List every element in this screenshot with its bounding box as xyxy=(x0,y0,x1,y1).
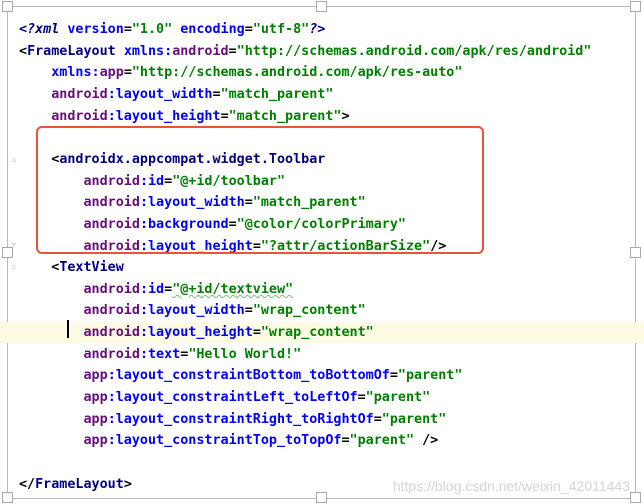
code-token: = xyxy=(228,43,237,59)
watermark-text: https://blog.csdn.net/weixin_42011443 xyxy=(392,478,630,494)
code-token: > xyxy=(123,476,132,492)
code-token: :text xyxy=(139,346,181,362)
code-token: :layout_constraintBottom_toBottomOf xyxy=(107,368,390,384)
code-token: = xyxy=(244,303,253,319)
code-token: = xyxy=(164,281,173,297)
code-line[interactable]: android:layout_height="match_parent"> xyxy=(0,106,644,127)
code-token: /> xyxy=(414,433,439,449)
code-token: "parent" xyxy=(397,368,463,384)
code-token: android xyxy=(83,281,140,297)
code-line[interactable]: xmlns:app="http://schemas.android.com/ap… xyxy=(0,62,644,83)
code-line[interactable]: android:layout_height="wrap_content" xyxy=(0,322,644,344)
code-token: FrameLayout xyxy=(27,43,116,59)
code-token: android xyxy=(83,303,140,319)
code-line[interactable]: <?xml version="1.0" encoding="utf-8"?> xyxy=(0,19,644,40)
code-line[interactable]: android:id="@+id/textview" xyxy=(0,279,644,300)
code-token: android xyxy=(51,108,108,124)
code-token: = xyxy=(212,86,221,102)
code-line[interactable]: app:layout_constraintBottom_toBottomOf="… xyxy=(0,365,644,386)
code-token: </ xyxy=(19,476,36,492)
code-token: :id xyxy=(139,281,165,297)
code-token: android xyxy=(83,325,140,341)
code-line[interactable]: android:layout_width="match_parent" xyxy=(0,84,644,105)
code-token: "http://schemas.android.com/apk/res/andr… xyxy=(236,43,592,59)
code-token: = xyxy=(220,108,229,124)
code-token: encoding xyxy=(180,22,245,37)
code-token: xmlns: xyxy=(51,65,100,81)
code-line[interactable]: <FrameLayout xmlns:android="http://schem… xyxy=(0,41,644,62)
code-token: "1.0" xyxy=(131,22,173,37)
code-token: "wrap_content" xyxy=(260,325,374,341)
code-line[interactable]: android:layout_width="wrap_content" xyxy=(0,300,644,321)
code-token: "Hello World!" xyxy=(188,346,302,362)
code-token: "http://schemas.android.com/apk/res-auto… xyxy=(131,65,463,81)
highlight-annotation-box xyxy=(36,126,484,254)
code-token: TextView xyxy=(59,260,124,276)
code-line[interactable]: android:text="Hello World!" xyxy=(0,344,644,365)
code-token: ?> xyxy=(309,22,326,37)
resize-handle-top-left[interactable] xyxy=(2,1,13,12)
code-token: < xyxy=(19,43,28,59)
code-line[interactable]: app:layout_constraintTop_toTopOf="parent… xyxy=(0,430,644,451)
code-token: :layout_height xyxy=(107,108,221,124)
code-token: xml xyxy=(35,22,60,37)
code-token: "wrap_content" xyxy=(252,303,366,319)
code-token: = xyxy=(244,22,253,37)
code-token: :layout_constraintTop_toTopOf xyxy=(107,433,342,449)
code-token: app xyxy=(83,433,108,449)
code-token: :layout_height xyxy=(139,325,253,341)
code-token: FrameLayout xyxy=(35,476,124,492)
code-token: android xyxy=(172,43,229,59)
code-token: = xyxy=(123,65,132,81)
code-token: = xyxy=(357,390,366,406)
code-token: app xyxy=(83,411,108,427)
code-token: "parent" xyxy=(349,433,415,449)
code-token: android xyxy=(51,86,108,102)
code-token: = xyxy=(373,411,382,427)
code-token: "parent" xyxy=(381,411,447,427)
code-line[interactable] xyxy=(0,452,644,473)
code-token: "@+id/textview" xyxy=(172,281,294,297)
code-token: version xyxy=(67,22,124,37)
code-token: xmlns: xyxy=(123,43,173,59)
code-token: = xyxy=(341,433,350,449)
code-token: "match_parent" xyxy=(220,86,334,102)
code-line[interactable]: <TextView xyxy=(0,257,644,278)
code-token: > xyxy=(341,108,350,124)
code-token: android xyxy=(83,346,140,362)
code-token: = xyxy=(252,325,261,341)
code-token: "utf-8" xyxy=(252,22,310,37)
code-token: = xyxy=(123,22,132,37)
code-token: :layout_width xyxy=(107,86,213,102)
code-token: :layout_constraintRight_toRightOf xyxy=(107,411,374,427)
code-token: <? xyxy=(19,22,36,37)
code-token: "match_parent" xyxy=(228,108,342,124)
code-line[interactable]: app:layout_constraintRight_toRightOf="pa… xyxy=(0,409,644,430)
code-token: app xyxy=(83,390,108,406)
code-token: :layout_width xyxy=(139,303,245,319)
code-token: :layout_constraintLeft_toLeftOf xyxy=(107,390,358,406)
resize-handle-top-center[interactable] xyxy=(316,1,327,12)
code-line[interactable]: app:layout_constraintLeft_toLeftOf="pare… xyxy=(0,387,644,408)
code-token: app xyxy=(99,65,124,81)
text-caret xyxy=(67,320,69,338)
resize-handle-top-right[interactable] xyxy=(630,1,641,12)
code-token: < xyxy=(19,260,60,276)
code-token: "parent" xyxy=(365,390,431,406)
code-token: = xyxy=(389,368,398,384)
code-token: app xyxy=(83,368,108,384)
